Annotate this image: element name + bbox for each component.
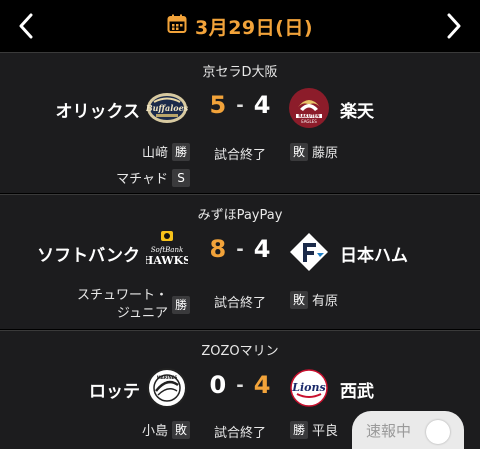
right-pitcher: 敗 有原 (290, 290, 338, 309)
venue-label: 京セラD大阪 (202, 65, 278, 80)
score-row: ソフトバンク SoftBank HAWKS 8 - 4 日本ハム (0, 229, 480, 275)
svg-text:RAKUTEN: RAKUTEN (298, 114, 319, 119)
away-team-name: 日本ハム (340, 246, 408, 266)
marines-logo: MARINES (146, 367, 188, 409)
pitcher-row: 山﨑 勝 試合終了 敗 藤原 (0, 141, 480, 163)
away-score: 4 (253, 371, 271, 399)
right-pitcher: 敗 藤原 (290, 142, 338, 161)
game-card[interactable]: 京セラD大阪 オリックス Buffaloes 5 - 4 RAKUTEN EAG… (0, 53, 480, 193)
score-dash: - (236, 94, 244, 116)
score: 5 - 4 (200, 91, 280, 119)
svg-text:EAGLES: EAGLES (301, 119, 317, 124)
score-dash: - (236, 374, 244, 396)
lions-logo: Lions (288, 367, 330, 409)
away-team-name: 西武 (340, 382, 374, 402)
chevron-right-icon[interactable] (438, 10, 470, 42)
result-badge: 敗 (290, 290, 308, 309)
home-team-name: オリックス (55, 102, 141, 122)
calendar-icon (167, 14, 187, 38)
away-score: 4 (253, 91, 271, 119)
score: 8 - 4 (200, 235, 280, 263)
date-label: 3月29日(日) (194, 16, 314, 39)
svg-text:Lions: Lions (291, 381, 325, 394)
score: 0 - 4 (200, 371, 280, 399)
date-selector[interactable]: 3月29日(日) (167, 13, 313, 40)
pitcher-name: 有原 (312, 294, 339, 309)
away-team-name: 楽天 (340, 102, 374, 122)
right-pitcher: 勝 平良 (290, 420, 338, 439)
rakuten-eagles-logo: RAKUTEN EAGLES (288, 87, 330, 129)
pitcher-name: マチャド (116, 172, 168, 187)
home-score: 5 (209, 91, 227, 119)
save-pitcher: マチャド S (116, 168, 190, 187)
pitcher-row: スチュワート・ ジュニア 勝 試合終了 敗 有原 (0, 288, 480, 329)
home-score: 8 (209, 235, 227, 263)
score-dash: - (236, 238, 244, 260)
score-row: ロッテ MARINES 0 - 4 Lions 西武 (0, 365, 480, 411)
game-status: 試合終了 (213, 296, 266, 311)
buffaloes-logo: Buffaloes (145, 87, 189, 129)
home-team-name: ソフトバンク (37, 246, 140, 266)
svg-text:Buffaloes: Buffaloes (146, 103, 188, 113)
svg-text:HAWKS: HAWKS (146, 254, 188, 267)
result-badge: 敗 (290, 142, 308, 161)
game-status: 試合終了 (213, 148, 266, 163)
game-card[interactable]: みずほPayPay ソフトバンク SoftBank HAWKS 8 - 4 日本… (0, 195, 480, 329)
result-badge: 勝 (290, 420, 308, 439)
live-updates-label: 速報中 (366, 421, 412, 440)
save-badge: S (172, 168, 190, 187)
toggle-knob[interactable] (426, 420, 450, 444)
home-score: 0 (209, 371, 227, 399)
hawks-logo: SoftBank HAWKS (143, 231, 191, 273)
pitcher-name: 平良 (312, 424, 339, 439)
pitcher-name: 藤原 (312, 146, 339, 161)
away-score: 4 (253, 235, 271, 263)
svg-text:MARINES: MARINES (157, 375, 178, 380)
date-header: 3月29日(日) (0, 0, 480, 52)
svg-text:SoftBank: SoftBank (151, 246, 183, 254)
chevron-left-icon[interactable] (10, 10, 42, 42)
venue-label: ZOZOマリン (201, 344, 279, 359)
home-team-name: ロッテ (89, 382, 140, 402)
save-row: マチャド S (0, 167, 480, 189)
score-row: オリックス Buffaloes 5 - 4 RAKUTEN EAGLES 楽天 (0, 85, 480, 131)
venue-label: みずほPayPay (197, 208, 283, 223)
live-updates-toggle[interactable]: 速報中 (352, 411, 464, 449)
fighters-logo (288, 231, 330, 273)
